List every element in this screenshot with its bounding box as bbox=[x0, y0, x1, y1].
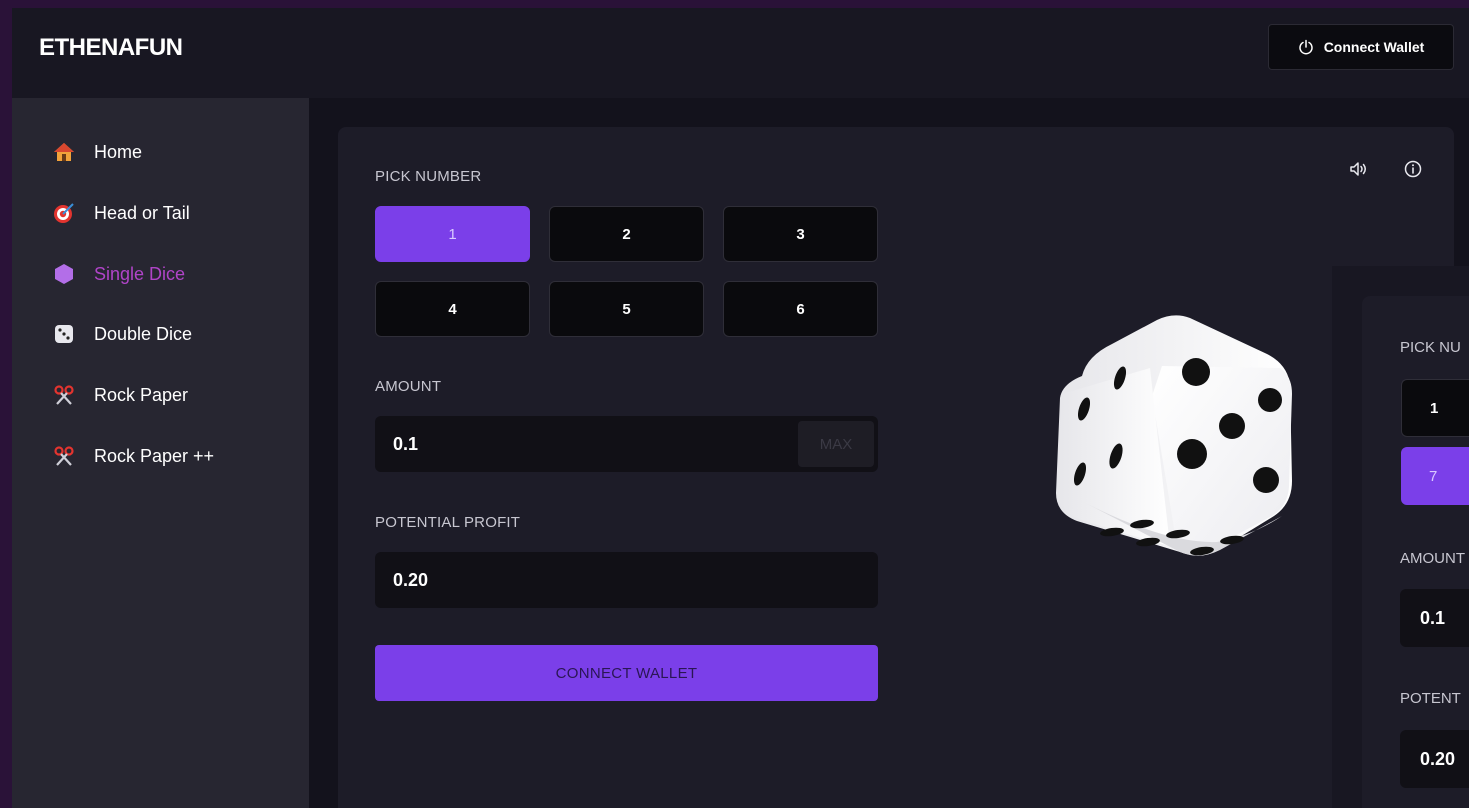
top-bar: ETHENAFUN Connect Wallet bbox=[12, 8, 1469, 98]
sidebar-item-label: Head or Tail bbox=[94, 202, 190, 223]
second-number-button-7[interactable]: 7 bbox=[1401, 447, 1469, 505]
second-profit-field: 0.20 bbox=[1400, 730, 1469, 788]
second-pick-number-label: PICK NU bbox=[1400, 339, 1461, 356]
profit-value: 0.20 bbox=[393, 569, 429, 590]
sidebar-item-rock-paper[interactable]: Rock Paper bbox=[52, 380, 188, 410]
second-amount-label: AMOUNT bbox=[1400, 550, 1465, 567]
scissors-icon bbox=[52, 383, 76, 407]
hexagon-icon bbox=[52, 262, 76, 286]
max-button[interactable]: MAX bbox=[798, 421, 874, 467]
app-logo[interactable]: ETHENAFUN bbox=[39, 34, 183, 62]
sidebar-item-head-or-tail[interactable]: Head or Tail bbox=[52, 198, 190, 228]
sidebar-item-label: Home bbox=[94, 141, 143, 162]
connect-wallet-label: Connect Wallet bbox=[1323, 39, 1425, 55]
number-button-4[interactable]: 4 bbox=[375, 281, 530, 337]
connect-wallet-submit-button[interactable]: CONNECT WALLET bbox=[375, 645, 878, 701]
sidebar-item-label: Rock Paper bbox=[94, 384, 189, 405]
number-button-5[interactable]: 5 bbox=[549, 281, 704, 337]
dice-icon bbox=[52, 322, 76, 346]
connect-wallet-button[interactable]: Connect Wallet bbox=[1268, 24, 1454, 70]
sidebar-item-rock-paper-plus[interactable]: Rock Paper ++ bbox=[52, 441, 214, 471]
dice-image bbox=[1042, 306, 1302, 556]
sidebar: Home Head or Tail Single Dice Double Dic… bbox=[12, 98, 309, 808]
power-icon bbox=[1298, 39, 1313, 55]
target-icon bbox=[52, 201, 76, 225]
sidebar-item-home[interactable]: Home bbox=[52, 137, 142, 167]
sidebar-item-label: Rock Paper ++ bbox=[94, 445, 215, 466]
second-profit-value: 0.20 bbox=[1420, 748, 1456, 769]
number-button-1[interactable]: 1 bbox=[375, 206, 530, 262]
pick-number-label: PICK NUMBER bbox=[375, 168, 482, 185]
second-potential-profit-label: POTENT bbox=[1400, 690, 1461, 707]
number-button-2[interactable]: 2 bbox=[549, 206, 704, 262]
potential-profit-field: 0.20 bbox=[375, 552, 878, 608]
number-button-3[interactable]: 3 bbox=[723, 206, 878, 262]
scissors-icon bbox=[52, 444, 76, 468]
amount-value: 0.1 bbox=[393, 433, 419, 454]
info-icon[interactable] bbox=[1402, 158, 1424, 180]
sidebar-item-label: Single Dice bbox=[94, 263, 186, 284]
app-window: ETHENAFUN Connect Wallet Home Head or Ta… bbox=[12, 8, 1469, 808]
home-icon bbox=[52, 140, 76, 164]
second-amount-value: 0.1 bbox=[1420, 607, 1446, 628]
sidebar-item-label: Double Dice bbox=[94, 323, 193, 344]
sound-icon[interactable] bbox=[1347, 158, 1369, 180]
potential-profit-label: POTENTIAL PROFIT bbox=[375, 514, 521, 531]
second-number-button-1[interactable]: 1 bbox=[1401, 379, 1469, 437]
sidebar-item-single-dice[interactable]: Single Dice bbox=[52, 259, 185, 289]
number-button-6[interactable]: 6 bbox=[723, 281, 878, 337]
amount-label: AMOUNT bbox=[375, 378, 442, 395]
sidebar-item-double-dice[interactable]: Double Dice bbox=[52, 319, 192, 349]
second-amount-input[interactable]: 0.1 bbox=[1400, 589, 1469, 647]
